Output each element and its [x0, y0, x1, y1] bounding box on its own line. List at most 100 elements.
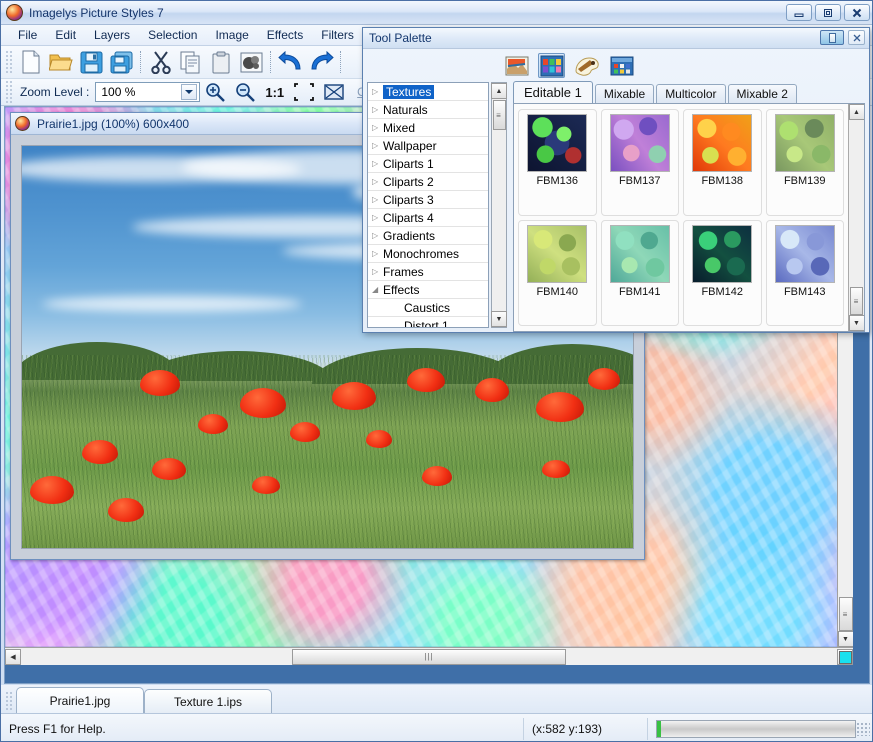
- maximize-icon[interactable]: [815, 4, 841, 21]
- menu-filters[interactable]: Filters: [312, 26, 363, 44]
- grid-scroll-up-button[interactable]: ▲: [848, 104, 864, 120]
- zoom-in-icon[interactable]: [200, 78, 230, 106]
- tool-palette-window[interactable]: Tool Palette ▷ Textures ▷ Naturals ▷ Mix…: [362, 27, 870, 333]
- category-tree-scrollbar[interactable]: ▲ ≡ ▼: [491, 82, 507, 328]
- doctab-texture1[interactable]: Texture 1.ips: [144, 689, 272, 713]
- zoom-ratio-button[interactable]: 1:1: [265, 85, 284, 100]
- scroll-left-button[interactable]: ◀: [5, 648, 21, 665]
- thumbnail-item[interactable]: FBM137: [600, 109, 679, 216]
- thumbnail-image[interactable]: [692, 224, 753, 283]
- style-library-icon[interactable]: [538, 53, 565, 78]
- tab-mixable[interactable]: Mixable: [594, 84, 655, 103]
- copy-icon[interactable]: [176, 48, 206, 76]
- chevron-right-icon[interactable]: ▷: [372, 231, 383, 240]
- fit-to-window-icon[interactable]: [289, 78, 319, 106]
- chevron-right-icon[interactable]: ▷: [372, 159, 383, 168]
- tree-item-naturals[interactable]: ▷ Naturals: [368, 101, 488, 119]
- tree-item-effects[interactable]: ◢ Effects: [368, 281, 488, 299]
- brush-palette-icon[interactable]: [573, 53, 600, 78]
- doctab-prairie1[interactable]: Prairie1.jpg: [16, 687, 144, 713]
- chevron-right-icon[interactable]: ▷: [372, 249, 383, 258]
- menu-layers[interactable]: Layers: [85, 26, 139, 44]
- chevron-right-icon[interactable]: ▷: [372, 123, 383, 132]
- tree-item-cliparts-4[interactable]: ▷ Cliparts 4: [368, 209, 488, 227]
- chevron-down-icon[interactable]: [181, 84, 198, 100]
- tree-item-textures[interactable]: ▷ Textures: [368, 83, 488, 101]
- zoombar-grip[interactable]: [5, 80, 13, 104]
- menu-selection[interactable]: Selection: [139, 26, 206, 44]
- paint-roller-icon[interactable]: [503, 53, 530, 78]
- thumbnail-image[interactable]: [527, 224, 588, 283]
- thumbnail-image[interactable]: [774, 114, 835, 172]
- scroll-down-button[interactable]: ▼: [837, 631, 853, 647]
- tab-multicolor[interactable]: Multicolor: [656, 84, 726, 103]
- thumbnail-item[interactable]: FBM138: [683, 109, 762, 216]
- thumbnail-item[interactable]: FBM142: [683, 219, 762, 326]
- thumbnail-image[interactable]: [609, 114, 670, 172]
- chevron-right-icon[interactable]: ▷: [372, 105, 383, 114]
- chevron-right-icon[interactable]: ▷: [372, 195, 383, 204]
- chevron-right-icon[interactable]: ▷: [372, 267, 383, 276]
- menu-edit[interactable]: Edit: [46, 26, 85, 44]
- toolbar-grip[interactable]: [5, 50, 13, 74]
- grid-scroll-track[interactable]: [849, 120, 864, 287]
- chevron-right-icon[interactable]: ▷: [372, 87, 383, 96]
- doctab-grip[interactable]: [5, 691, 12, 711]
- thumbnail-item[interactable]: FBM143: [765, 219, 844, 326]
- close-icon[interactable]: [848, 30, 865, 45]
- new-file-icon[interactable]: [16, 48, 46, 76]
- fullscreen-icon[interactable]: [319, 78, 349, 106]
- thumbnail-item[interactable]: FBM136: [518, 109, 597, 216]
- rollup-icon[interactable]: [820, 30, 844, 45]
- thumbnail-image[interactable]: [692, 114, 753, 172]
- thumbnail-item[interactable]: FBM140: [518, 219, 597, 326]
- grid-scroll-thumb[interactable]: ≡: [850, 287, 863, 315]
- save-as-icon[interactable]: [106, 48, 136, 76]
- tree-item-cliparts-2[interactable]: ▷ Cliparts 2: [368, 173, 488, 191]
- tree-item-cliparts-3[interactable]: ▷ Cliparts 3: [368, 191, 488, 209]
- chevron-right-icon[interactable]: ▷: [372, 213, 383, 222]
- thumbnail-grid-scrollbar[interactable]: ▲ ≡ ▼: [848, 104, 864, 331]
- tree-item-gradients[interactable]: ▷ Gradients: [368, 227, 488, 245]
- tree-scroll-track[interactable]: [492, 130, 506, 311]
- grid-scroll-down-button[interactable]: ▼: [848, 315, 864, 331]
- menu-image[interactable]: Image: [206, 26, 257, 44]
- image-effect-icon[interactable]: [236, 48, 266, 76]
- zoom-out-icon[interactable]: [230, 78, 260, 106]
- close-icon[interactable]: [844, 4, 870, 21]
- tree-item-cliparts-1[interactable]: ▷ Cliparts 1: [368, 155, 488, 173]
- tab-editable-1[interactable]: Editable 1: [513, 81, 593, 103]
- undo-icon[interactable]: [276, 48, 306, 76]
- resize-corner-swatch[interactable]: [839, 651, 852, 664]
- tab-mixable-2[interactable]: Mixable 2: [727, 84, 797, 103]
- save-icon[interactable]: [76, 48, 106, 76]
- resize-grip[interactable]: [856, 721, 870, 736]
- tree-item-wallpaper[interactable]: ▷ Wallpaper: [368, 137, 488, 155]
- tool-palette-titlebar[interactable]: Tool Palette: [363, 28, 869, 49]
- thumbnail-image[interactable]: [774, 224, 835, 283]
- thumbnail-image[interactable]: [527, 114, 588, 172]
- menu-file[interactable]: File: [9, 26, 46, 44]
- tree-item-frames[interactable]: ▷ Frames: [368, 263, 488, 281]
- chevron-right-icon[interactable]: ▷: [372, 177, 383, 186]
- hscroll-thumb[interactable]: |||: [292, 648, 566, 665]
- tree-item-mixed[interactable]: ▷ Mixed: [368, 119, 488, 137]
- menu-effects[interactable]: Effects: [258, 26, 312, 44]
- tree-scroll-down-button[interactable]: ▼: [491, 311, 507, 327]
- tree-item-monochromes[interactable]: ▷ Monochromes: [368, 245, 488, 263]
- cut-scissors-icon[interactable]: [146, 48, 176, 76]
- thumbnail-item[interactable]: FBM139: [765, 109, 844, 216]
- document-horizontal-scrollbar[interactable]: ◀ ||| ▶: [5, 647, 853, 665]
- tree-item-distort-1[interactable]: Distort 1: [368, 317, 488, 328]
- tree-scroll-thumb[interactable]: ≡: [492, 100, 506, 130]
- category-tree[interactable]: ▷ Textures ▷ Naturals ▷ Mixed ▷ Wallpape…: [367, 82, 489, 328]
- tree-item-caustics[interactable]: Caustics: [368, 299, 488, 317]
- tree-scroll-up-button[interactable]: ▲: [491, 83, 507, 99]
- chevron-right-icon[interactable]: ▷: [372, 141, 383, 150]
- paste-icon[interactable]: [206, 48, 236, 76]
- zoom-level-input[interactable]: 100 %: [95, 82, 201, 102]
- thumbnail-item[interactable]: FBM141: [600, 219, 679, 326]
- minimize-icon[interactable]: [786, 4, 812, 21]
- vscroll-thumb-2[interactable]: ≡: [838, 597, 853, 631]
- chevron-down-icon[interactable]: ◢: [372, 285, 383, 294]
